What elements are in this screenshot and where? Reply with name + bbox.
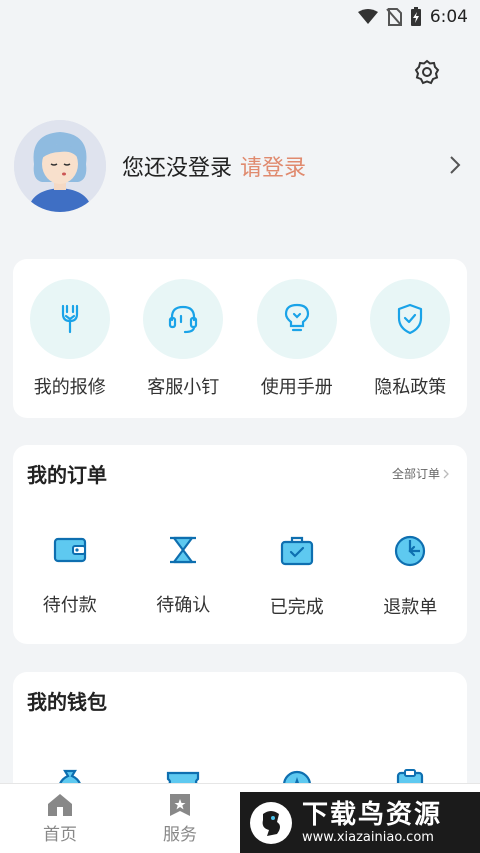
chevron-right-icon [443,469,449,478]
chevron-right-icon[interactable] [448,154,462,176]
quick-item-privacy[interactable]: 隐私政策 [360,279,460,399]
order-pending-confirm[interactable]: 待确认 [133,535,233,619]
service-icon [170,794,190,816]
battery-charging-icon [410,7,421,26]
quick-item-label: 使用手册 [260,377,333,398]
hourglass-icon [170,536,197,564]
order-refund[interactable]: 退款单 [360,535,460,619]
login-status-text: 您还没登录 [122,156,233,181]
refund-icon [395,535,426,567]
tab-label: 服务 [163,825,197,845]
profile-row[interactable]: 您还没登录 请登录 [14,120,466,212]
quick-item-manual[interactable]: 使用手册 [247,279,347,399]
order-completed[interactable]: 已完成 [247,535,347,619]
all-orders-label: 全部订单 [391,467,440,481]
wrench-icon [61,304,78,334]
watermark-banner: 下载鸟资源 www.xiazainiao.com [240,792,480,853]
all-orders-link[interactable]: 全部订单 [392,465,449,482]
status-bar: 6:04 [0,0,480,34]
order-label: 待付款 [42,595,97,616]
watermark-title: 下载鸟资源 [302,799,443,830]
watermark-url: www.xiazainiao.com [302,829,434,845]
orders-card: 我的订单 全部订单 待付款 待确认 已完成 退款单 [13,445,467,644]
tab-service[interactable]: 服务 [140,792,220,845]
wifi-icon [357,9,378,24]
settings-button[interactable] [413,58,441,86]
quick-item-label: 客服小钉 [147,377,220,398]
quick-item-customer-service[interactable]: 客服小钉 [133,279,233,399]
order-pending-payment[interactable]: 待付款 [20,535,120,619]
order-label: 退款单 [383,597,438,618]
quick-item-label: 我的报修 [33,377,106,398]
avatar[interactable] [14,120,106,212]
shield-icon [398,303,423,335]
tab-home[interactable]: 首页 [20,792,100,845]
status-time: 6:04 [429,7,468,27]
lightbulb-icon [284,303,309,332]
headset-icon [169,305,198,334]
quick-actions-card: 我的报修 客服小钉 使用手册 隐私政策 [13,259,467,418]
no-sim-icon [386,8,402,26]
tab-label: 首页 [43,825,77,845]
quick-item-repair[interactable]: 我的报修 [20,279,120,399]
wallet-icon [53,537,86,563]
order-label: 待确认 [156,595,211,616]
home-icon [48,794,72,816]
briefcase-icon [280,536,313,566]
order-label: 已完成 [269,597,324,618]
quick-item-label: 隐私政策 [374,377,447,398]
login-link[interactable]: 请登录 [240,150,306,182]
orders-title: 我的订单 [27,463,107,487]
wallet-title: 我的钱包 [27,690,107,714]
bird-logo-icon [250,801,292,844]
gear-icon [414,59,440,85]
